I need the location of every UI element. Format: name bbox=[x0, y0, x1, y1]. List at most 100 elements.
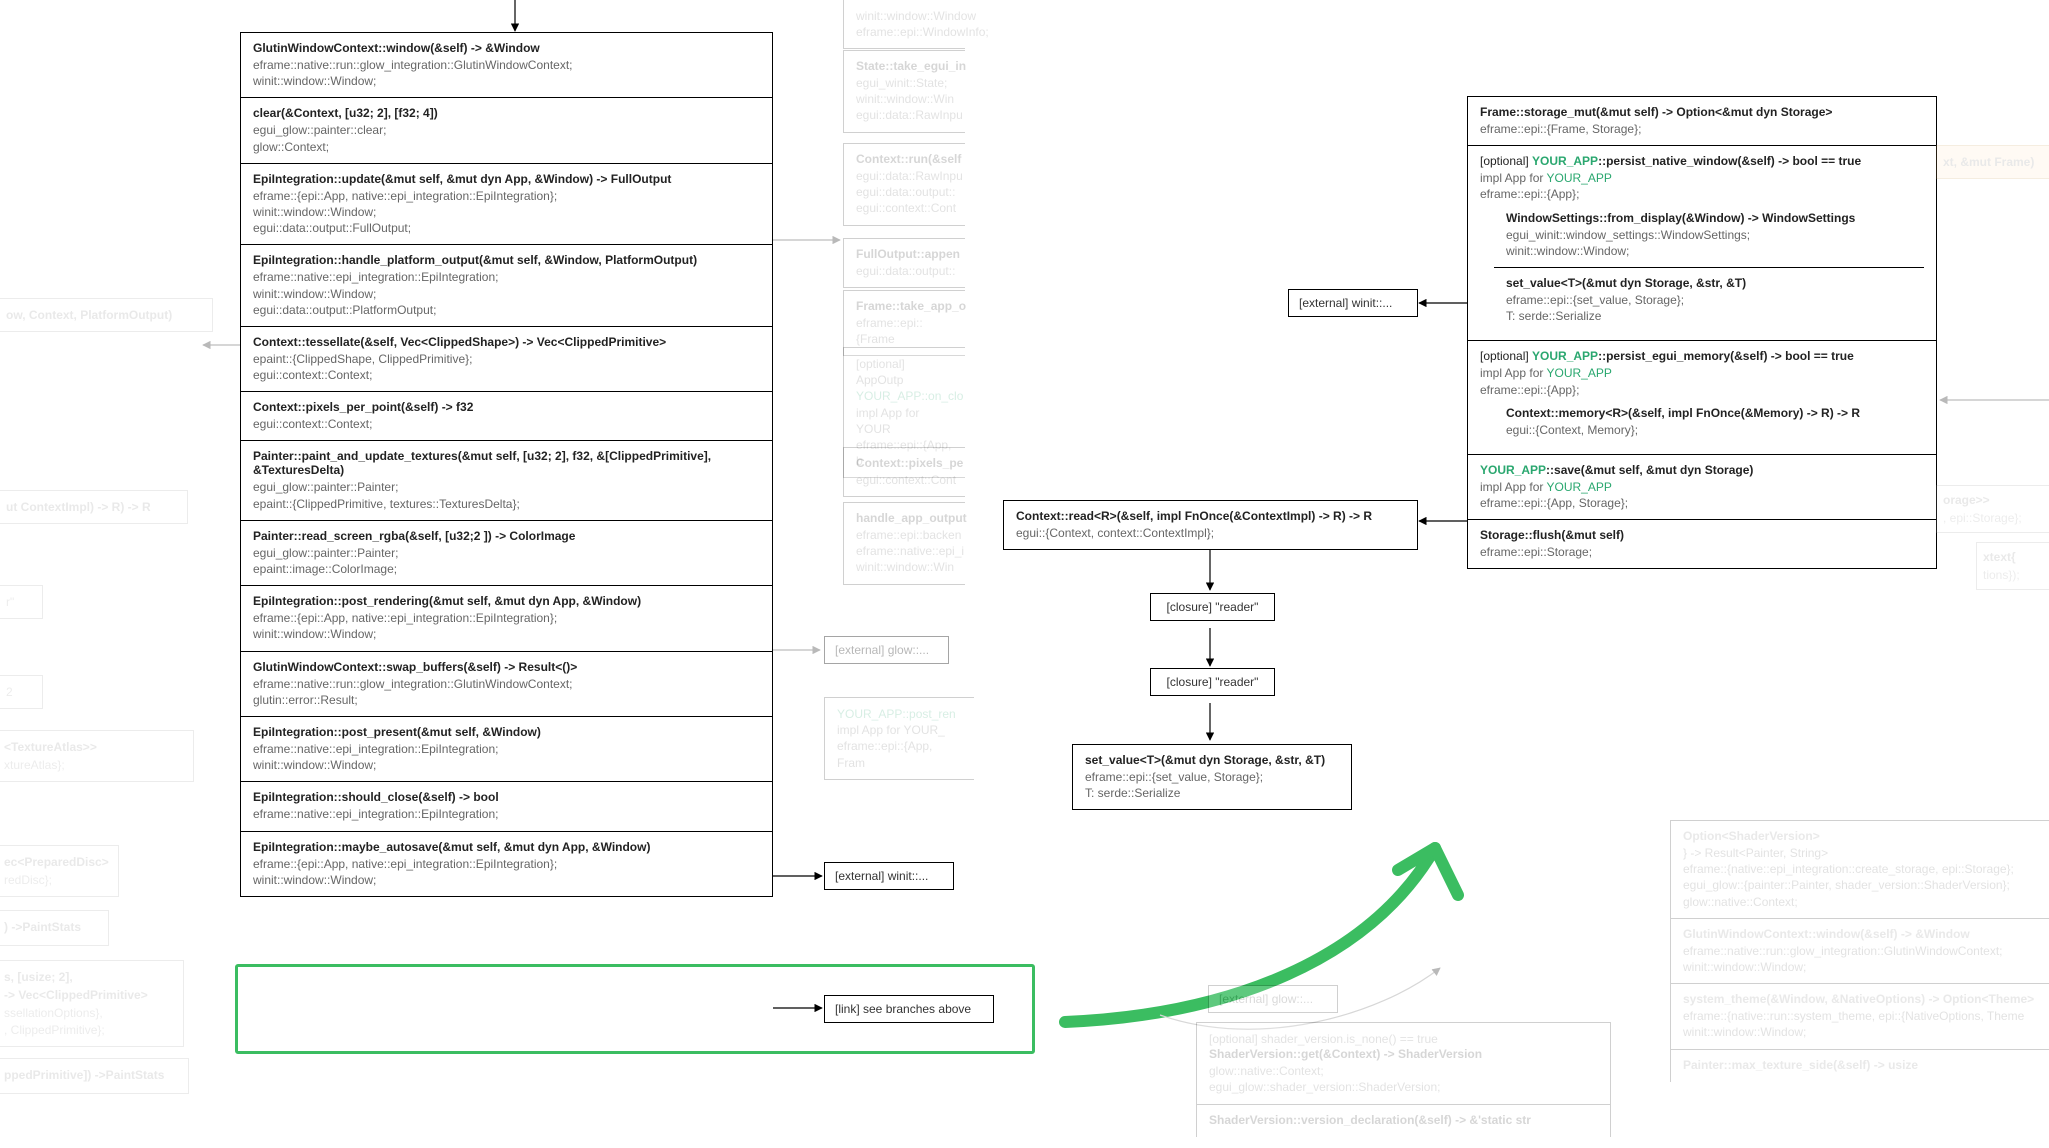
external-glow-label: [external] glow::... bbox=[835, 643, 929, 657]
main-stack-cell: GlutinWindowContext::window(&self) -> &W… bbox=[241, 33, 772, 98]
faded-left-b: ut ContextImpl) -> R) -> R bbox=[0, 490, 188, 524]
cell-signature: Context::tessellate(&self, Vec<ClippedSh… bbox=[253, 335, 760, 349]
cell-detail: T: serde::Serialize bbox=[1506, 308, 1912, 324]
link-see-branches-label: [link] see branches above bbox=[835, 1002, 971, 1016]
cell-signature: WindowSettings::from_display(&Window) ->… bbox=[1506, 211, 1912, 225]
faded-left-g: ) ->PaintStats bbox=[0, 910, 109, 946]
right-stack-cell: set_value<T>(&mut dyn Storage, &str, &T)… bbox=[1494, 268, 1924, 332]
set-value-sig: set_value<T>(&mut dyn Storage, &str, &T) bbox=[1085, 753, 1339, 767]
right-stack-cell: WindowSettings::from_display(&Window) ->… bbox=[1494, 203, 1924, 268]
main-stack-cell: EpiIntegration::maybe_autosave(&mut self… bbox=[241, 832, 772, 896]
context-read-node: Context::read<R>(&self, impl FnOnce(&Con… bbox=[1003, 500, 1418, 550]
cell-detail: egui_glow::painter::clear; bbox=[253, 122, 760, 138]
cell-signature: EpiIntegration::post_present(&mut self, … bbox=[253, 725, 760, 739]
cell-signature: clear(&Context, [u32; 2], [f32; 4]) bbox=[253, 106, 760, 120]
cell-signature: EpiIntegration::post_rendering(&mut self… bbox=[253, 594, 760, 608]
faded-right-cell: GlutinWindowContext::window(&self) -> &W… bbox=[1671, 919, 2049, 984]
cell-signature: [optional] YOUR_APP::persist_native_wind… bbox=[1480, 154, 1924, 168]
cell-signature: [optional] YOUR_APP::persist_egui_memory… bbox=[1480, 349, 1924, 363]
cell-signature: set_value<T>(&mut dyn Storage, &str, &T) bbox=[1506, 276, 1912, 290]
context-read-detail: egui::{Context, context::ContextImpl}; bbox=[1016, 525, 1405, 541]
cell-detail: epaint::{ClippedShape, ClippedPrimitive}… bbox=[253, 351, 760, 367]
cell-detail: eframe::{epi::App, native::epi_integrati… bbox=[253, 856, 760, 872]
cell-detail: eframe::{epi::App, native::epi_integrati… bbox=[253, 610, 760, 626]
faded-right-1: orage>> , epi::Storage}; bbox=[1936, 485, 2049, 533]
main-stack-cell: Context::pixels_per_point(&self) -> f32e… bbox=[241, 392, 772, 441]
cell-detail: epaint::image::ColorImage; bbox=[253, 561, 760, 577]
main-stack-cell: clear(&Context, [u32; 2], [f32; 4]) egui_… bbox=[241, 98, 772, 163]
main-stack-cell: Painter::paint_and_update_textures(&mut … bbox=[241, 441, 772, 520]
cell-signature: EpiIntegration::maybe_autosave(&mut self… bbox=[253, 840, 760, 854]
link-see-branches-node: [link] see branches above bbox=[824, 995, 994, 1023]
faded-mid-g: Context::pixels_pe egui::context::Cont bbox=[843, 447, 965, 497]
faded-right-cell: Option<ShaderVersion>} -> Result<Painter… bbox=[1671, 821, 2049, 919]
cell-detail: glow::Context; bbox=[253, 139, 760, 155]
cell-detail: eframe::native::epi_integration::EpiInte… bbox=[253, 806, 760, 822]
closure-reader-1: [closure] "reader" bbox=[1150, 593, 1275, 621]
cell-signature: EpiIntegration::update(&mut self, &mut d… bbox=[253, 172, 760, 186]
cell-signature: EpiIntegration::should_close(&self) -> b… bbox=[253, 790, 760, 804]
faded-left-i: ppedPrimitive]) ->PaintStats bbox=[0, 1058, 189, 1094]
right-stack-cell: YOUR_APP::save(&mut self, &mut dyn Stora… bbox=[1468, 455, 1936, 520]
right-stack-node: Frame::storage_mut(&mut self) -> Option<… bbox=[1467, 96, 1937, 569]
faded-mid-i: YOUR_APP::post_ren impl App for YOUR_ ef… bbox=[824, 697, 974, 780]
right-stack-cell: Storage::flush(&mut self)eframe::epi::St… bbox=[1468, 520, 1936, 568]
cell-signature: YOUR_APP::save(&mut self, &mut dyn Stora… bbox=[1480, 463, 1924, 477]
set-value-node: set_value<T>(&mut dyn Storage, &str, &T)… bbox=[1072, 744, 1352, 810]
main-stack-cell: EpiIntegration::handle_platform_output(&… bbox=[241, 245, 772, 327]
cell-detail: epaint::{ClippedPrimitive, textures::Tex… bbox=[253, 496, 760, 512]
main-stack-node: GlutinWindowContext::window(&self) -> &W… bbox=[240, 32, 773, 897]
faded-right-cell: Painter::max_texture_side(&self) -> usiz… bbox=[1671, 1050, 2049, 1082]
cell-detail: egui_winit::window_settings::WindowSetti… bbox=[1506, 227, 1912, 243]
faded-bottom-shader: [optional] shader_version.is_none() == t… bbox=[1196, 1022, 1611, 1137]
faded-left-f: ec<PreparedDisc> redDisc}; bbox=[0, 845, 119, 897]
external-winit-node-2: [external] winit::... bbox=[824, 862, 954, 890]
cell-detail: winit::window::Window; bbox=[253, 757, 760, 773]
cell-detail: egui::context::Context; bbox=[253, 367, 760, 383]
faded-left-e: <TextureAtlas>> xtureAtlas}; bbox=[0, 730, 194, 782]
cell-detail: egui_glow::painter::Painter; bbox=[253, 479, 760, 495]
right-stack-cell: [optional] YOUR_APP::persist_native_wind… bbox=[1468, 146, 1936, 341]
closure-reader-2: [closure] "reader" bbox=[1150, 668, 1275, 696]
context-read-sig: Context::read<R>(&self, impl FnOnce(&Con… bbox=[1016, 509, 1405, 523]
cell-detail: eframe::epi::Storage; bbox=[1480, 544, 1924, 560]
cell-detail: eframe::{epi::App, native::epi_integrati… bbox=[253, 188, 760, 204]
main-stack-cell: EpiIntegration::post_present(&mut self, … bbox=[241, 717, 772, 782]
cell-signature: Painter::read_screen_rgba(&self, [u32;2 … bbox=[253, 529, 760, 543]
cell-detail: eframe::native::epi_integration::EpiInte… bbox=[253, 269, 760, 285]
cell-signature: Context::memory<R>(&self, impl FnOnce(&M… bbox=[1506, 406, 1912, 420]
cell-detail: egui_glow::painter::Painter; bbox=[253, 545, 760, 561]
right-stack-cell: Frame::storage_mut(&mut self) -> Option<… bbox=[1468, 97, 1936, 146]
cell-detail: winit::window::Window; bbox=[253, 286, 760, 302]
faded-left-a: ow, Context, PlatformOutput) bbox=[0, 298, 213, 332]
cell-detail: winit::window::Window; bbox=[1506, 243, 1912, 259]
cell-detail: egui::data::output::PlatformOutput; bbox=[253, 302, 760, 318]
cell-detail: eframe::native::run::glow_integration::G… bbox=[253, 57, 760, 73]
external-winit-label-1: [external] winit::... bbox=[1299, 296, 1392, 310]
cell-signature: Context::pixels_per_point(&self) -> f32 bbox=[253, 400, 760, 414]
faded-right-2: xtext{ tions}); bbox=[1976, 542, 2049, 590]
cell-signature: EpiIntegration::handle_platform_output(&… bbox=[253, 253, 760, 267]
external-winit-node-1: [external] winit::... bbox=[1288, 289, 1418, 317]
faded-right-orange: xt, &mut Frame) bbox=[1936, 145, 2049, 179]
cell-detail: glutin::error::Result; bbox=[253, 692, 760, 708]
faded-mid-h: handle_app_output eframe::epi::backen ef… bbox=[843, 502, 965, 585]
cell-detail: eframe::epi::{set_value, Storage}; bbox=[1506, 292, 1912, 308]
main-stack-cell: Context::tessellate(&self, Vec<ClippedSh… bbox=[241, 327, 772, 392]
faded-mid-a: winit::window::Window eframe::epi::Windo… bbox=[843, 0, 965, 49]
main-stack-cell: EpiIntegration::post_rendering(&mut self… bbox=[241, 586, 772, 651]
cell-detail: winit::window::Window; bbox=[253, 872, 760, 888]
cell-detail: winit::window::Window; bbox=[253, 204, 760, 220]
cell-signature: GlutinWindowContext::window(&self) -> &W… bbox=[253, 41, 760, 55]
faded-mid-b: State::take_egui_in egui_winit::State; w… bbox=[843, 50, 965, 133]
right-stack-cell: [optional] YOUR_APP::persist_egui_memory… bbox=[1468, 341, 1936, 455]
faded-mid-d: FullOutput::appen egui::data::output:: bbox=[843, 238, 965, 288]
faded-mid-c: Context::run(&self egui::data::RawInpu e… bbox=[843, 143, 965, 226]
external-winit-label-2: [external] winit::... bbox=[835, 869, 928, 883]
right-stack-cell: Context::memory<R>(&self, impl FnOnce(&M… bbox=[1494, 398, 1924, 446]
faded-left-h: s, [usize; 2], -> Vec<ClippedPrimitive> … bbox=[0, 960, 184, 1047]
cell-signature: Painter::paint_and_update_textures(&mut … bbox=[253, 449, 760, 477]
faded-left-c: r" bbox=[0, 585, 43, 619]
main-stack-cell: Painter::read_screen_rgba(&self, [u32;2 … bbox=[241, 521, 772, 586]
cell-detail: eframe::native::run::glow_integration::G… bbox=[253, 676, 760, 692]
